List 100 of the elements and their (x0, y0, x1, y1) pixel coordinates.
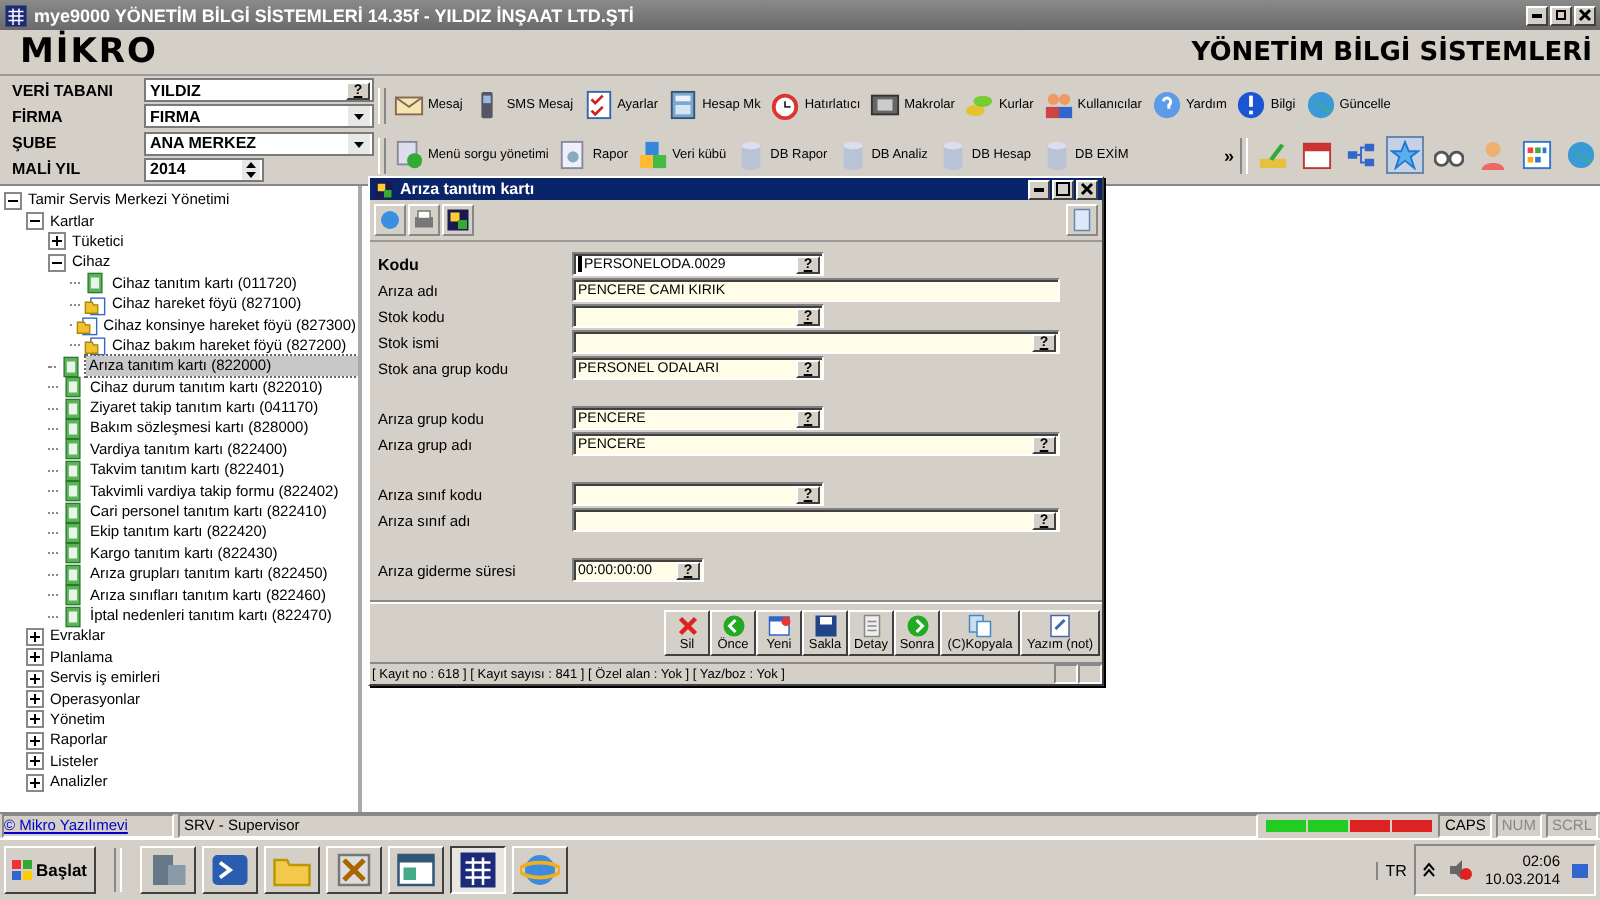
input-field[interactable]: 2014 (144, 157, 264, 182)
field-label: VERİ TABANI (12, 81, 116, 100)
close-icon (1578, 8, 1592, 22)
maximize-icon (1056, 182, 1070, 196)
panel-icon (374, 179, 394, 199)
movement-icon (75, 314, 98, 337)
doc-check-icon (394, 140, 424, 170)
save-icon (813, 614, 837, 638)
minimize-icon (1532, 13, 1542, 17)
activity-indicator-icon (1266, 818, 1435, 834)
collapse-icon[interactable] (4, 191, 22, 210)
close-button[interactable] (1076, 179, 1098, 199)
minimize-button[interactable] (1526, 5, 1548, 25)
clock-icon (770, 90, 801, 120)
maximize-button[interactable] (1052, 179, 1074, 199)
field-label: Kodu (378, 255, 421, 273)
star-icon (1390, 140, 1420, 170)
expand-icon[interactable] (26, 648, 44, 667)
new-icon (767, 614, 791, 638)
card-icon (62, 584, 84, 607)
person-icon (1478, 140, 1508, 170)
windows-flag-icon (12, 860, 32, 880)
hierarchy-icon (1346, 140, 1376, 170)
card-icon (60, 355, 83, 378)
show-desktop-icon[interactable] (1572, 861, 1588, 879)
movement-icon (84, 334, 106, 357)
dialog-title: Arıza tanıtım kartı (400, 180, 535, 198)
speaker-muted-icon[interactable] (1448, 858, 1473, 882)
expand-icon[interactable] (48, 232, 66, 251)
card-icon (62, 459, 84, 482)
pencil-icon (1258, 140, 1288, 170)
collapse-icon[interactable] (48, 253, 66, 272)
toolbar-overflow-button[interactable]: » (1223, 145, 1234, 165)
printer-icon (412, 208, 436, 232)
field-label: MALİ YIL (12, 160, 83, 179)
window-title: mye9000 YÖNETİM BİLGİ SİSTEMLERİ 14.35f - YILDIZ İNŞAAT LTD.ŞTİ (34, 5, 634, 25)
logo: MİKRO (20, 32, 158, 72)
chevron-up-icon[interactable] (1422, 862, 1437, 878)
card-icon (62, 501, 84, 524)
question-icon (1151, 90, 1182, 120)
copy-icon (968, 614, 992, 638)
field-label: FİRMA (12, 107, 65, 126)
minimize-button[interactable] (1028, 179, 1050, 199)
card-icon (62, 605, 84, 628)
minimize-icon (1034, 187, 1044, 191)
calendar-icon (1302, 140, 1332, 170)
expand-icon[interactable] (26, 752, 44, 771)
previous-icon (721, 614, 745, 638)
restore-icon (1556, 10, 1566, 20)
card-icon (62, 542, 84, 565)
card-icon (62, 376, 84, 399)
people-icon (1043, 90, 1074, 120)
box-icon (870, 90, 901, 120)
card-icon (62, 563, 84, 586)
expand-icon[interactable] (26, 710, 44, 729)
app-icon (457, 850, 498, 890)
expand-icon[interactable] (26, 669, 44, 688)
coins-icon (964, 90, 995, 120)
dropdown[interactable]: ANA MERKEZ (144, 131, 374, 156)
next-icon (905, 614, 929, 638)
note-icon (1048, 614, 1072, 638)
card-icon (62, 418, 84, 440)
tagline: YÖNETİM BİLGİ SİSTEMLERİ (1191, 37, 1592, 67)
app-icon (4, 3, 28, 27)
globe-icon (1305, 90, 1336, 120)
start-button[interactable]: Başlat (4, 846, 96, 894)
movement-icon (84, 293, 106, 316)
grid-icon (1522, 140, 1552, 170)
card-icon (84, 272, 106, 295)
print-button[interactable] (408, 204, 440, 236)
dropdown[interactable]: FIRMA (144, 104, 374, 129)
expand-icon[interactable] (26, 690, 44, 709)
expand-icon[interactable] (26, 731, 44, 750)
expand-icon[interactable] (26, 773, 44, 792)
info-icon (1236, 90, 1267, 120)
expand-icon[interactable] (26, 627, 44, 646)
cubes-icon (638, 140, 669, 170)
page-icon (1070, 208, 1094, 232)
card-icon (62, 521, 84, 544)
spinner-arrows-icon (242, 159, 260, 180)
card-icon (62, 397, 84, 420)
panel-icon (446, 208, 470, 232)
card-icon (62, 438, 84, 461)
server-icon (147, 850, 188, 890)
terminal-icon (209, 850, 250, 890)
tools-icon (333, 850, 374, 890)
restore-button[interactable] (1550, 5, 1572, 25)
close-button[interactable] (1574, 5, 1596, 25)
collapse-icon[interactable] (26, 212, 44, 231)
field-label: ŞUBE (12, 134, 59, 153)
checklist-icon (583, 90, 614, 120)
card-icon (62, 480, 84, 503)
delete-icon (675, 614, 699, 638)
doc-gear-icon (558, 140, 589, 170)
window-icon (395, 850, 436, 890)
language-indicator[interactable]: TR (1375, 861, 1407, 879)
globe-icon (1566, 140, 1596, 170)
close-icon (1080, 182, 1094, 196)
taskbar-app-button[interactable] (449, 846, 506, 894)
browser-icon (519, 850, 560, 890)
